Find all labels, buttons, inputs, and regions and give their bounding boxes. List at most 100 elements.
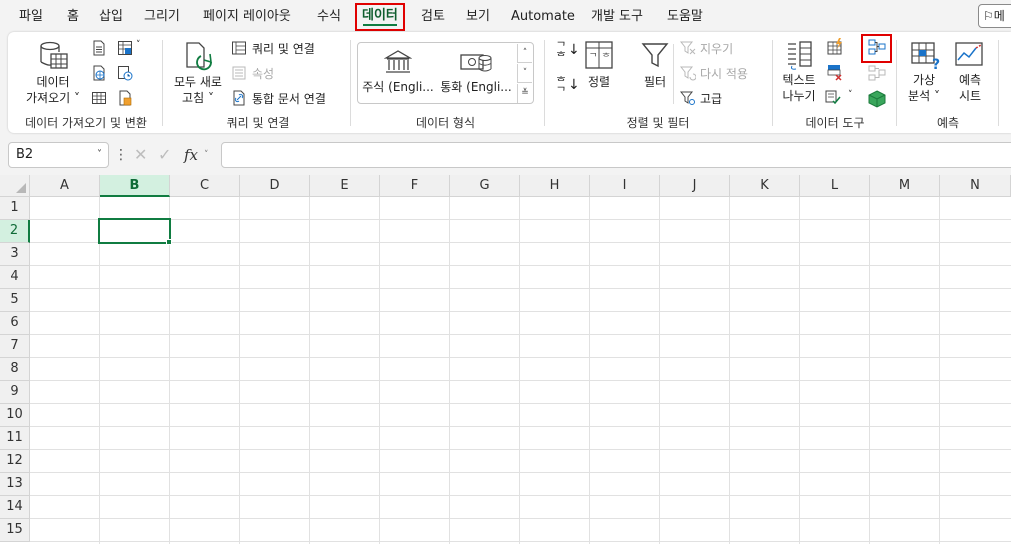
gallery-scroll-down-icon[interactable]: ˅ — [517, 64, 532, 83]
column-header-e[interactable]: E — [310, 175, 380, 197]
filter-label[interactable]: 필터 — [644, 73, 666, 90]
text-to-columns-button[interactable]: 텍스트 나누기 — [778, 72, 820, 104]
queries-panel-icon — [232, 41, 246, 55]
row-header-13[interactable]: 13 — [0, 473, 30, 496]
formula-input[interactable] — [221, 142, 1011, 168]
forecast-sheet-icon[interactable] — [954, 40, 986, 70]
column-header-l[interactable]: L — [800, 175, 870, 197]
more-options-icon[interactable]: ⋮ — [114, 142, 128, 168]
select-all-button[interactable] — [0, 175, 30, 197]
sort-ascending-icon: ᄀᄒ — [556, 40, 567, 63]
data-validation-chevron-icon[interactable]: ˅ — [848, 90, 853, 100]
data-validation-icon[interactable] — [824, 88, 842, 106]
tab-file[interactable]: 파일 — [19, 7, 43, 27]
column-header-d[interactable]: D — [240, 175, 310, 197]
refresh-label-1: 모두 새로 — [174, 75, 222, 89]
tab-view[interactable]: 보기 — [466, 7, 490, 27]
relationships-icon[interactable] — [868, 65, 886, 81]
from-file-icon[interactable] — [117, 90, 133, 106]
row-header-6[interactable]: 6 — [0, 312, 30, 335]
from-table-range-icon[interactable] — [91, 90, 107, 106]
tab-automate[interactable]: Automate — [511, 7, 575, 27]
row-header-3[interactable]: 3 — [0, 243, 30, 266]
column-header-m[interactable]: M — [870, 175, 940, 197]
stocks-data-type[interactable]: 주식 (Engli... — [360, 49, 436, 95]
active-cell-b2[interactable] — [98, 218, 171, 244]
chevron-down-icon[interactable]: ˅ — [136, 40, 141, 50]
fill-handle[interactable] — [166, 239, 172, 245]
from-text-csv-icon[interactable] — [91, 40, 107, 56]
row-header-7[interactable]: 7 — [0, 335, 30, 358]
chevron-down-icon[interactable]: ˅ — [97, 143, 102, 167]
row-header-15[interactable]: 15 — [0, 519, 30, 542]
gridline — [729, 197, 730, 544]
row-header-1[interactable]: 1 — [0, 197, 30, 220]
manage-data-model-icon[interactable] — [868, 90, 886, 108]
tab-developer[interactable]: 개발 도구 — [591, 7, 643, 27]
existing-connections-icon[interactable] — [117, 40, 133, 56]
group-separator — [544, 40, 545, 126]
get-data-button[interactable]: 데이터 가져오기 ˅ — [23, 74, 83, 106]
column-header-f[interactable]: F — [380, 175, 450, 197]
column-header-c[interactable]: C — [170, 175, 240, 197]
group-label-forecast: 예측 — [936, 116, 960, 130]
comments-button[interactable]: ⚐메 — [978, 4, 1011, 28]
tab-formulas[interactable]: 수식 — [317, 7, 341, 27]
currencies-data-type[interactable]: 통화 (Engli... — [438, 49, 514, 95]
column-header-n[interactable]: N — [940, 175, 1011, 197]
sort-label[interactable]: 정렬 — [588, 73, 610, 90]
what-if-analysis-button[interactable]: 가상 분석 ˅ — [904, 72, 944, 104]
row-header-8[interactable]: 8 — [0, 358, 30, 381]
text-to-columns-icon[interactable] — [784, 40, 814, 70]
column-header-j[interactable]: J — [660, 175, 730, 197]
column-header-k[interactable]: K — [730, 175, 800, 197]
chevron-down-icon[interactable]: ˅ — [204, 142, 209, 168]
gridline — [30, 518, 1011, 519]
what-if-analysis-icon[interactable]: ? — [910, 40, 942, 70]
gallery-expand-icon[interactable]: ≚ — [517, 84, 532, 103]
tab-insert[interactable]: 삽입 — [99, 7, 123, 27]
flash-fill-icon[interactable] — [826, 38, 844, 56]
group-label-data-types: 데이터 형식 — [415, 116, 475, 130]
sort-dialog-icon[interactable]: ᄀ ᄒ — [584, 40, 614, 70]
column-header-g[interactable]: G — [450, 175, 520, 197]
row-header-4[interactable]: 4 — [0, 266, 30, 289]
recent-sources-icon[interactable] — [117, 65, 133, 81]
row-header-14[interactable]: 14 — [0, 496, 30, 519]
tab-review[interactable]: 검토 — [421, 7, 445, 27]
column-header-a[interactable]: A — [30, 175, 100, 197]
group-label-data-tools: 데이터 도구 — [805, 116, 865, 130]
enter-check-icon[interactable]: ✓ — [158, 142, 171, 168]
group-separator — [350, 40, 351, 126]
database-table-icon[interactable] — [38, 40, 70, 72]
refresh-all-button[interactable]: 모두 새로 고침 ˅ — [170, 74, 226, 106]
row-header-2[interactable]: 2 — [0, 220, 30, 243]
tab-draw[interactable]: 그리기 — [144, 7, 180, 27]
column-header-b[interactable]: B — [100, 175, 170, 197]
forecast-sheet-button[interactable]: 예측 시트 — [950, 72, 990, 104]
gridline — [379, 197, 380, 544]
row-header-10[interactable]: 10 — [0, 404, 30, 427]
remove-duplicates-icon[interactable] — [826, 63, 844, 81]
worksheet-grid[interactable]: A B C D E F G H I J K L M N 1 2 3 4 5 6 … — [0, 175, 1011, 544]
row-header-9[interactable]: 9 — [0, 381, 30, 404]
name-box[interactable]: B2 ˅ — [8, 142, 109, 168]
sort-ascending-arrow-icon: ↓ — [568, 42, 580, 58]
tab-home[interactable]: 홈 — [67, 7, 79, 27]
row-header-12[interactable]: 12 — [0, 450, 30, 473]
row-header-11[interactable]: 11 — [0, 427, 30, 450]
filter-funnel-icon[interactable] — [640, 40, 670, 70]
tab-page-layout[interactable]: 페이지 레이아웃 — [203, 7, 291, 27]
text-to-columns-label-2: 나누기 — [782, 89, 816, 103]
from-web-icon[interactable] — [91, 65, 107, 81]
refresh-all-icon[interactable] — [182, 40, 214, 72]
cancel-icon[interactable]: ✕ — [134, 142, 147, 168]
column-header-h[interactable]: H — [520, 175, 590, 197]
tab-help[interactable]: 도움말 — [667, 7, 703, 27]
column-header-i[interactable]: I — [590, 175, 660, 197]
tab-data[interactable]: 데이터 — [355, 3, 405, 31]
insert-function-icon[interactable]: fx — [184, 142, 198, 168]
gridline — [589, 197, 590, 544]
gallery-scroll-up-icon[interactable]: ˄ — [517, 44, 532, 63]
row-header-5[interactable]: 5 — [0, 289, 30, 312]
